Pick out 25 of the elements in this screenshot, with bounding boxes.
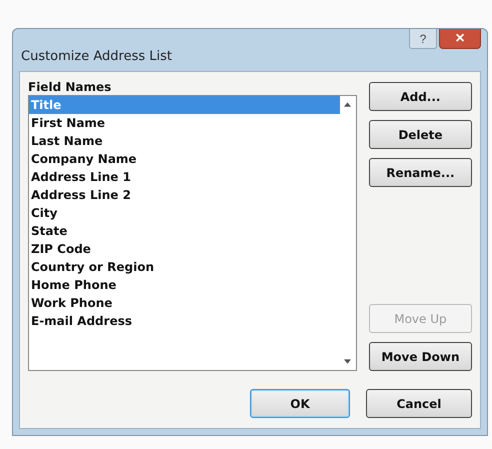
field-name-item[interactable]: Address Line 1 (29, 168, 340, 186)
field-name-item[interactable]: Company Name (29, 150, 340, 168)
field-name-item[interactable]: Work Phone (29, 294, 340, 312)
field-name-item[interactable]: State (29, 222, 340, 240)
field-name-item[interactable]: Home Phone (29, 276, 340, 294)
field-name-item[interactable]: Last Name (29, 132, 340, 150)
field-names-list[interactable]: Title First Name Last Name Company Name Address Line 1 Address Line 2 City State ZIP Code Country or Region Home Phone Work Phone E-mail Address (28, 95, 357, 371)
dialog-button[interactable]: Cancel (366, 389, 472, 418)
field-name-item[interactable]: E-mail Address (29, 312, 340, 330)
dialog-button[interactable]: Rename... (368, 158, 472, 187)
dialog-button[interactable]: Delete (368, 120, 472, 149)
scroll-down-icon[interactable] (344, 359, 352, 364)
field-names-label: Field Names (28, 80, 112, 94)
field-name-item[interactable]: Country or Region (29, 258, 340, 276)
field-name-item[interactable]: First Name (29, 114, 340, 132)
dialog-button[interactable]: Move Down (368, 342, 472, 371)
help-button[interactable]: ? (409, 29, 437, 49)
dialog-button[interactable]: OK (250, 389, 350, 418)
dialog-button[interactable]: Add... (368, 82, 472, 111)
close-button[interactable]: × (439, 29, 481, 49)
field-name-item[interactable]: ZIP Code (29, 240, 340, 258)
window-title: Customize Address List (21, 49, 172, 64)
scroll-up-icon[interactable] (344, 102, 352, 107)
field-name-item[interactable]: City (29, 204, 340, 222)
field-name-item[interactable]: Address Line 2 (29, 186, 340, 204)
